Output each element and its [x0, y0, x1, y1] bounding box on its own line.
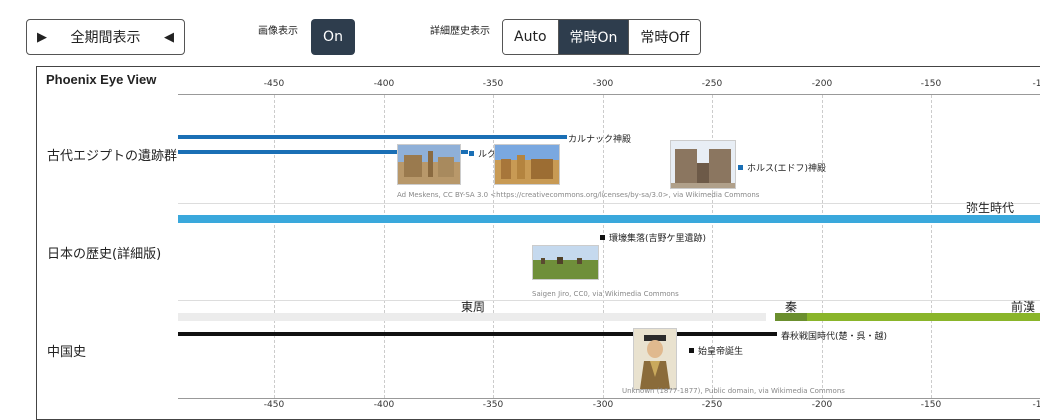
tick-label-bottom: -150 — [920, 400, 942, 410]
tick-label-top: -200 — [811, 79, 833, 89]
zhou-bar[interactable] — [178, 313, 766, 321]
play-left-icon: ◀ — [164, 29, 174, 45]
yayoi-period-label: 弥生時代 — [966, 201, 1015, 215]
row-label-japan: 日本の歴史(詳細版) — [47, 247, 162, 262]
image-toggle-button[interactable]: On — [311, 19, 355, 55]
detail-history-label: 詳細歴史表示 — [430, 26, 490, 37]
qin-shi-huang-image[interactable] — [633, 328, 677, 390]
row-label-china: 中国史 — [47, 345, 87, 360]
luxor-image-b[interactable] — [494, 144, 560, 185]
tick-label-top: -450 — [263, 79, 285, 89]
tick-label-top: -1 — [1032, 79, 1040, 89]
qin-bar[interactable] — [775, 313, 807, 321]
qin-shi-huang-birth-label: 始皇帝誕生 — [698, 347, 744, 357]
event-horus[interactable]: ホルス(エドフ)神殿 — [738, 161, 826, 174]
karnak-label: カルナック神殿 — [568, 135, 632, 145]
image-toggle-label: 画像表示 — [258, 26, 298, 37]
horus-image[interactable] — [670, 140, 736, 189]
tick-label-bottom: -450 — [263, 400, 285, 410]
tick-label-bottom: -200 — [811, 400, 833, 410]
panel-title: Phoenix Eye View — [46, 72, 157, 87]
detail-option-always-off[interactable]: 常時Off — [629, 20, 701, 54]
gridline — [493, 95, 494, 398]
event-marker — [689, 348, 694, 353]
gridline — [822, 95, 823, 398]
egypt-image-credit: Ad Meskens, CC BY-SA 3.0 <https://creati… — [397, 191, 760, 199]
han-bar[interactable] — [807, 313, 1040, 321]
tick-label-bottom: -400 — [373, 400, 395, 410]
gridline — [274, 95, 275, 398]
tick-label-bottom: -1 — [1032, 400, 1040, 410]
detail-history-segmented-control: Auto 常時On 常時Off — [502, 19, 702, 55]
timeline-panel: Phoenix Eye View -450 -400 -350 -300 -25… — [36, 66, 1040, 420]
tick-label-top: -250 — [701, 79, 723, 89]
tick-label-bottom: -300 — [592, 400, 614, 410]
event-karnak[interactable]: カルナック神殿 — [568, 132, 631, 145]
tick-label-top: -350 — [482, 79, 504, 89]
tick-label-top: -300 — [592, 79, 614, 89]
bottom-axis-line — [178, 398, 1040, 399]
gridline — [384, 95, 385, 398]
full-period-label: 全期間表示 — [70, 30, 141, 46]
tick-label-bottom: -350 — [482, 400, 504, 410]
yoshinogari-label: 環壕集落(吉野ケ里遺跡) — [609, 234, 707, 244]
row-separator — [178, 203, 1040, 204]
row-label-egypt: 古代エジプトの遺跡群 — [47, 149, 178, 164]
karnak-bar[interactable] — [178, 135, 567, 139]
event-qin-shi-huang-birth[interactable]: 始皇帝誕生 — [689, 344, 743, 357]
gridline — [931, 95, 932, 398]
top-axis-line — [178, 94, 1040, 95]
event-marker — [469, 151, 474, 156]
tick-label-bottom: -250 — [701, 400, 723, 410]
yoshinogari-image[interactable] — [532, 245, 599, 280]
event-warring-states[interactable]: 春秋戦国時代(楚・呉・越) — [781, 329, 887, 342]
event-marker — [738, 165, 743, 170]
warring-states-bar[interactable] — [178, 332, 777, 336]
detail-option-auto[interactable]: Auto — [503, 20, 559, 54]
detail-option-always-on[interactable]: 常時On — [558, 20, 630, 54]
tick-label-top: -150 — [920, 79, 942, 89]
china-image-credit: Unknown (1877-1877), Public domain, via … — [622, 387, 845, 395]
luxor-image-a[interactable] — [397, 144, 461, 185]
event-marker — [600, 235, 605, 240]
full-period-button[interactable]: ▶ 全期間表示 ◀ — [26, 19, 185, 55]
row-separator — [178, 300, 1040, 301]
event-yoshinogari[interactable]: 環壕集落(吉野ケ里遺跡) — [600, 231, 706, 244]
warring-states-label: 春秋戦国時代(楚・呉・越) — [781, 332, 888, 342]
yayoi-bar[interactable] — [178, 215, 1040, 223]
japan-image-credit: Saigen Jiro, CC0, via Wikimedia Commons — [532, 290, 679, 298]
horus-label: ホルス(エドフ)神殿 — [747, 164, 827, 174]
play-right-icon: ▶ — [37, 29, 47, 45]
tick-label-top: -400 — [373, 79, 395, 89]
